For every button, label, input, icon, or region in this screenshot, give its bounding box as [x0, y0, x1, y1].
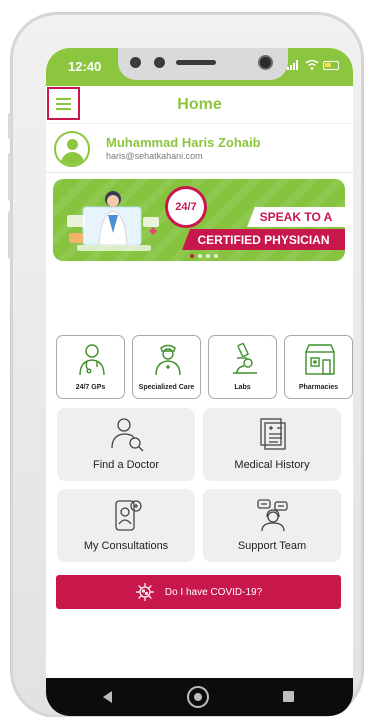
earpiece-speaker: [176, 60, 216, 65]
sensor-dot: [130, 57, 141, 68]
card-my-consultations[interactable]: My Consultations: [57, 489, 195, 562]
banner-pager[interactable]: [190, 254, 218, 258]
status-icons: [287, 60, 339, 70]
volume-down-button: [8, 211, 12, 259]
status-time: 12:40: [68, 59, 102, 74]
covid-check-button[interactable]: Do I have COVID-19?: [56, 575, 341, 609]
card-label: My Consultations: [83, 540, 169, 552]
service-tile-gps[interactable]: 24/7 GPs: [56, 335, 125, 399]
card-label: Find a Doctor: [92, 459, 160, 471]
service-tile-pharmacies[interactable]: Pharmacies: [284, 335, 353, 399]
card-label: Support Team: [237, 540, 307, 552]
banner-headline: SPEAK TO A: [247, 207, 345, 227]
banner-subheadline: CERTIFIED PHYSICIAN: [182, 229, 345, 250]
signal-icon: [287, 60, 298, 70]
service-label: Labs: [234, 384, 251, 391]
video-consultation-icon: [115, 500, 142, 531]
app-header: Home: [46, 86, 353, 124]
volume-up-button: [8, 153, 12, 201]
24-7-phone-badge: 24/7: [165, 186, 207, 228]
home-icon[interactable]: [187, 686, 209, 708]
user-avatar-icon[interactable]: [54, 131, 90, 167]
card-find-a-doctor[interactable]: Find a Doctor: [57, 408, 195, 481]
pager-dot[interactable]: [214, 254, 218, 258]
covid-button-label: Do I have COVID-19?: [164, 586, 263, 598]
pager-dot[interactable]: [206, 254, 210, 258]
status-bar: 12:40: [46, 48, 353, 86]
support-agent-icon: [257, 499, 288, 532]
service-label: Specialized Care: [138, 384, 195, 391]
microscope-icon: [233, 342, 257, 374]
service-tile-specialized-care[interactable]: Specialized Care: [132, 335, 201, 399]
services-row: 24/7 GPs Specialized Care Labs Pharmacie…: [56, 335, 353, 400]
virus-icon: [135, 583, 154, 601]
service-label: Pharmacies: [298, 384, 339, 391]
recent-apps-icon[interactable]: [283, 691, 294, 702]
page-title: Home: [177, 96, 222, 113]
search-doctor-icon: [111, 418, 144, 452]
physician-illustration: [67, 191, 159, 251]
service-tile-labs[interactable]: Labs: [208, 335, 277, 399]
camera-notch: [118, 48, 288, 80]
promo-banner[interactable]: 24/7 SPEAK TO A CERTIFIED PHYSICIAN: [53, 179, 345, 261]
screen: 12:40 Home Muhammad Haris Zohaib haris@s…: [46, 48, 353, 716]
user-profile-row[interactable]: Muhammad Haris Zohaib haris@sehatkahani.…: [46, 125, 353, 173]
battery-icon: [323, 60, 339, 70]
sensor-dot: [154, 57, 165, 68]
wifi-icon: [305, 60, 319, 70]
pharmacy-icon: [305, 344, 335, 375]
front-camera: [258, 55, 273, 70]
phone-frame: 12:40 Home Muhammad Haris Zohaib haris@s…: [8, 13, 363, 717]
user-name: Muhammad Haris Zohaib: [106, 135, 261, 150]
card-medical-history[interactable]: Medical History: [203, 408, 341, 481]
card-label: Medical History: [234, 459, 310, 471]
back-icon[interactable]: [103, 691, 112, 703]
doctor-icon: [79, 344, 105, 376]
pager-dot[interactable]: [190, 254, 194, 258]
card-support-team[interactable]: Support Team: [203, 489, 341, 562]
user-email: haris@sehatkahani.com: [106, 151, 203, 161]
android-nav-bar: [46, 678, 353, 716]
nurse-icon: [155, 344, 181, 376]
medical-records-icon: [260, 418, 286, 450]
service-label: 24/7 GPs: [75, 384, 106, 391]
side-button: [8, 113, 12, 139]
pager-dot[interactable]: [198, 254, 202, 258]
